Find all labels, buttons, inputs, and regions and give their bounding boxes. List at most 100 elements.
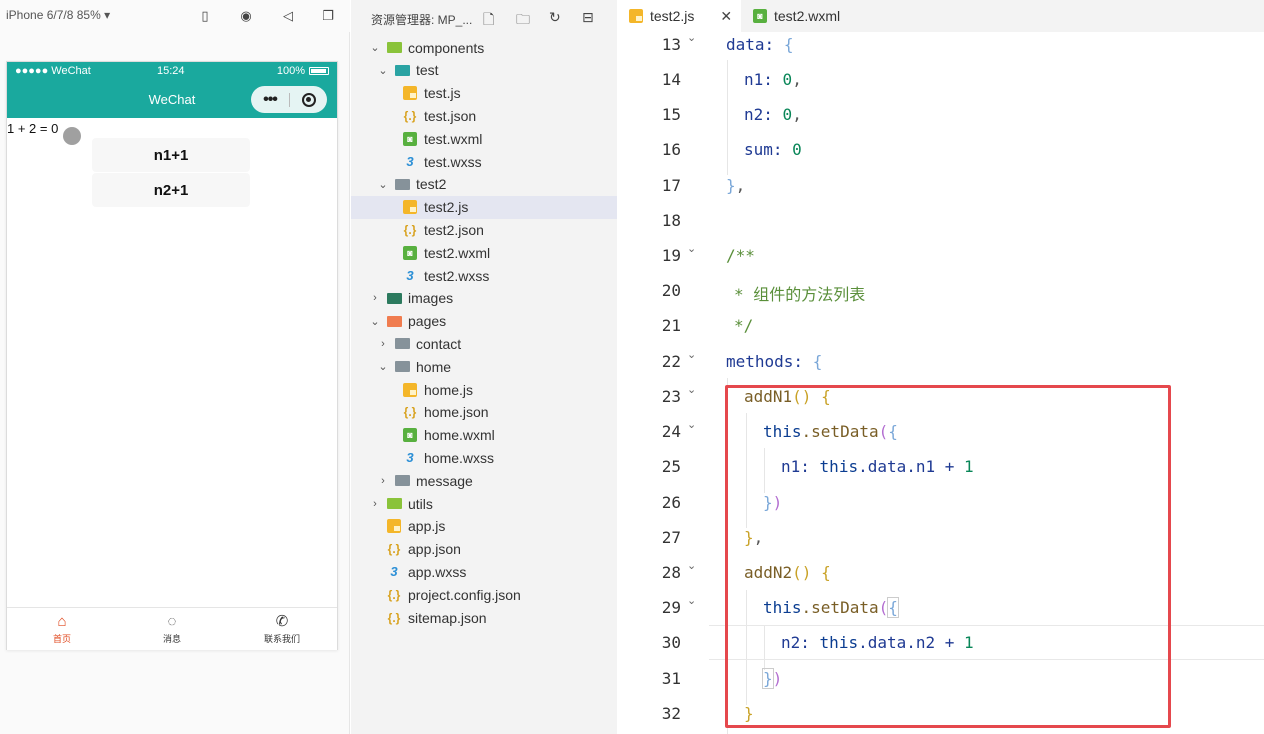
- tree-item[interactable]: {.} test2.json: [351, 218, 617, 241]
- tree-item[interactable]: {.} home.json: [351, 401, 617, 424]
- tab-contact[interactable]: ✆ 联系我们: [227, 608, 337, 650]
- folder-icon: [387, 292, 402, 304]
- line-number: 23: [661, 387, 681, 406]
- tab-bar: ⌂ 首页 ◌ 消息 ✆ 联系我们: [7, 607, 337, 650]
- line-number: 31: [661, 669, 681, 688]
- stop-icon[interactable]: ◉: [238, 8, 254, 24]
- collapse-all-icon[interactable]: ⊟: [582, 9, 594, 26]
- phone-icon[interactable]: ▯: [197, 8, 213, 24]
- chevron-down-icon[interactable]: ⌄: [377, 64, 389, 77]
- line-number: 24: [661, 422, 681, 441]
- line-number: 29: [661, 598, 681, 617]
- code-line-21: */: [734, 316, 754, 335]
- tree-item-label: test.js: [424, 85, 461, 102]
- tree-item[interactable]: ◙ test.wxml: [351, 127, 617, 150]
- tree-item[interactable]: ⌄ components: [351, 36, 617, 59]
- tree-item[interactable]: {.} sitemap.json: [351, 606, 617, 629]
- volume-icon[interactable]: ◁: [280, 8, 296, 24]
- wxml-file-icon: ◙: [403, 245, 417, 260]
- tab-test2-wxml[interactable]: ◙ test2.wxml: [741, 0, 865, 32]
- line-number: 19: [661, 246, 681, 265]
- tree-item[interactable]: {.} app.json: [351, 538, 617, 561]
- tree-item[interactable]: 3 test2.wxss: [351, 264, 617, 287]
- folder-icon: [395, 475, 410, 487]
- js-file-icon: [403, 86, 417, 101]
- message-icon: ◌: [167, 612, 177, 630]
- explorer-header: 资源管理器: MP_... 🗋 🗀 ↻ ⊟: [351, 0, 617, 34]
- tree-item[interactable]: ◙ test2.wxml: [351, 241, 617, 264]
- tree-item[interactable]: › images: [351, 287, 617, 310]
- code-line-13: data: {: [726, 35, 794, 54]
- fold-chevron-icon[interactable]: ⌄: [687, 242, 696, 255]
- fold-chevron-icon[interactable]: ⌄: [687, 31, 696, 44]
- tree-item[interactable]: ⌄ home: [351, 355, 617, 378]
- fold-chevron-icon[interactable]: ⌄: [687, 559, 696, 572]
- wxml-file-icon: ◙: [403, 131, 417, 146]
- chevron-down-icon[interactable]: ⌄: [369, 315, 381, 328]
- folder-icon: [387, 42, 402, 53]
- wxss-file-icon: 3: [406, 154, 414, 169]
- tree-item[interactable]: 3 test.wxss: [351, 150, 617, 173]
- json-file-icon: {.}: [403, 222, 417, 237]
- device-select[interactable]: iPhone 6/7/8 85% ▾: [6, 8, 110, 22]
- more-icon[interactable]: •••: [251, 86, 289, 113]
- fold-chevron-icon[interactable]: ⌄: [687, 418, 696, 431]
- tree-item-label: test2: [416, 176, 447, 193]
- tree-item[interactable]: home.js: [351, 378, 617, 401]
- chevron-right-icon[interactable]: ›: [377, 338, 389, 350]
- line-number: 13: [661, 35, 681, 54]
- add-n1-button[interactable]: n1+1: [92, 138, 250, 172]
- tree-item[interactable]: {.} test.json: [351, 104, 617, 127]
- tree-item[interactable]: app.js: [351, 515, 617, 538]
- tree-item[interactable]: 3 home.wxss: [351, 446, 617, 469]
- tree-item-label: pages: [408, 313, 447, 330]
- tab-home[interactable]: ⌂ 首页: [7, 608, 117, 650]
- fold-chevron-icon[interactable]: ⌄: [687, 594, 696, 607]
- tab-message[interactable]: ◌ 消息: [117, 608, 227, 650]
- folder-icon: [395, 64, 410, 76]
- tree-item[interactable]: test.js: [351, 82, 617, 105]
- tree-item[interactable]: › utils: [351, 492, 617, 515]
- add-n2-button[interactable]: n2+1: [92, 173, 250, 207]
- tree-item[interactable]: ⌄ test2: [351, 173, 617, 196]
- tree-item-label: home.wxml: [424, 427, 495, 444]
- tree-item[interactable]: › contact: [351, 332, 617, 355]
- refresh-icon[interactable]: ↻: [549, 9, 561, 26]
- tree-item-label: test2.js: [424, 199, 469, 216]
- annotation-highlight-box: [725, 385, 1171, 728]
- line-number: 15: [661, 105, 681, 124]
- chevron-right-icon[interactable]: ›: [369, 498, 381, 510]
- chevron-right-icon[interactable]: ›: [377, 475, 389, 487]
- tree-item[interactable]: ◙ home.wxml: [351, 424, 617, 447]
- new-folder-icon[interactable]: 🗀: [516, 9, 530, 33]
- tree-item-label: utils: [408, 495, 433, 512]
- fold-chevron-icon[interactable]: ⌄: [687, 348, 696, 361]
- battery-indicator: 100%: [277, 65, 329, 77]
- tree-item[interactable]: › message: [351, 469, 617, 492]
- chevron-down-icon[interactable]: ⌄: [377, 178, 389, 191]
- close-tab-icon[interactable]: ✕: [720, 8, 732, 25]
- tree-item[interactable]: ⌄ test: [351, 59, 617, 82]
- phone-icon: ✆: [275, 612, 289, 630]
- tree-item[interactable]: test2.js: [351, 195, 617, 219]
- mouse-cursor: [63, 127, 81, 145]
- tree-item[interactable]: 3 app.wxss: [351, 560, 617, 583]
- window-icon[interactable]: ❐: [320, 8, 336, 24]
- close-capsule-button[interactable]: [290, 92, 327, 107]
- wxss-file-icon: 3: [406, 268, 414, 283]
- code-line-22: methods: {: [726, 352, 823, 371]
- line-number: 17: [661, 176, 681, 195]
- tree-item-label: sitemap.json: [408, 609, 487, 626]
- fold-chevron-icon[interactable]: ⌄: [687, 383, 696, 396]
- tree-item[interactable]: {.} project.config.json: [351, 583, 617, 606]
- chevron-right-icon[interactable]: ›: [369, 292, 381, 304]
- nav-bar: WeChat •••: [7, 80, 337, 118]
- tab-label: test2.wxml: [774, 8, 841, 24]
- chevron-down-icon[interactable]: ⌄: [369, 41, 381, 54]
- tree-item[interactable]: ⌄ pages: [351, 310, 617, 333]
- status-time: 15:24: [157, 65, 185, 77]
- tab-test2-js[interactable]: test2.js ✕: [617, 0, 741, 32]
- tree-item-label: test.wxml: [424, 130, 483, 147]
- chevron-down-icon[interactable]: ⌄: [377, 360, 389, 373]
- new-file-icon[interactable]: 🗋: [483, 9, 494, 33]
